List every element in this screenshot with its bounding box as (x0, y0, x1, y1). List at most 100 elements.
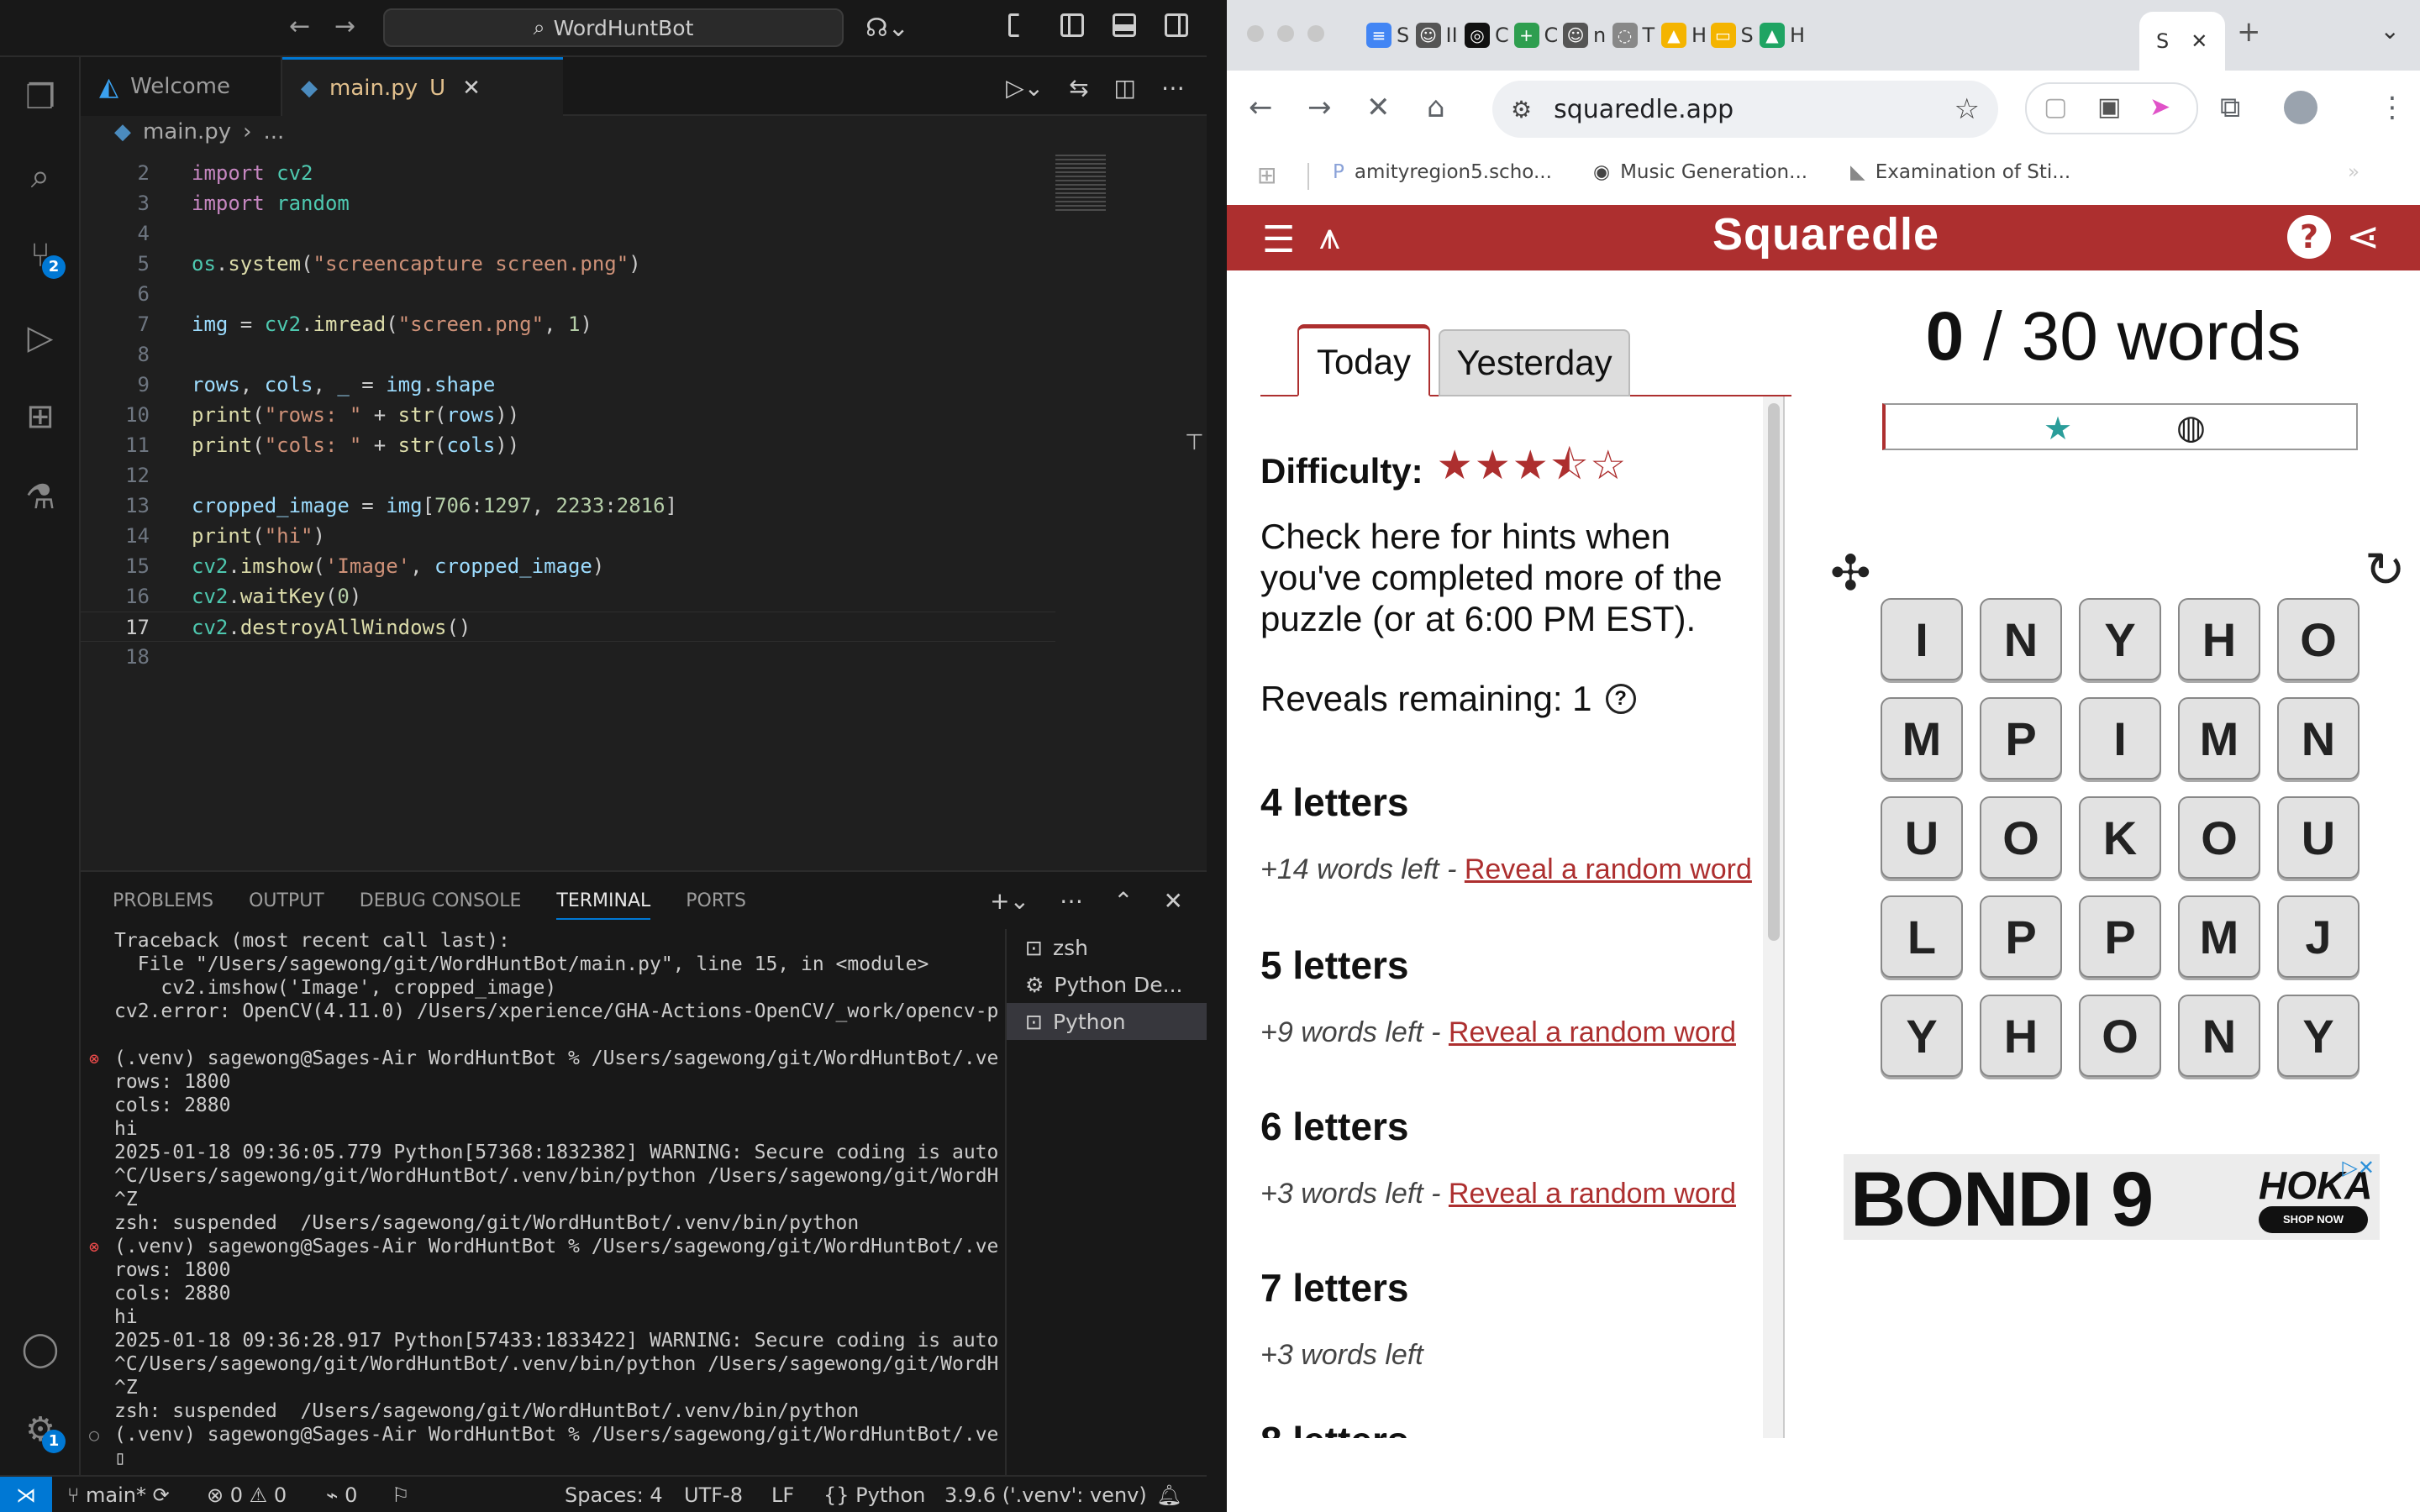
hint-text[interactable]: Check here for hints when you've complet… (1260, 516, 1765, 639)
letter-tile[interactable]: M (2178, 697, 2260, 780)
letter-tile[interactable]: I (1881, 598, 1963, 680)
tab-welcome[interactable]: ◭ Welcome (81, 57, 282, 116)
tab-search-chevron-icon[interactable]: ⌄ (2381, 17, 2400, 45)
bookmark-item[interactable]: ◣ Examination of Sti... (1850, 161, 2070, 183)
indent-spaces[interactable]: Spaces: 4 (565, 1483, 663, 1507)
letter-tile[interactable]: K (2079, 796, 2161, 879)
advertisement[interactable]: BONDI 9 HOKA SHOP NOW ▷✕ (1844, 1154, 2380, 1240)
code-line[interactable]: 3 import random (81, 188, 1055, 218)
file-encoding[interactable]: UTF-8 (684, 1483, 743, 1507)
letter-tile[interactable]: H (1980, 995, 2062, 1077)
python-interpreter[interactable]: 3.9.6 ('.venv': venv) (944, 1483, 1147, 1507)
line-number[interactable]: 17 (81, 612, 150, 643)
browser-tab[interactable]: ◌ T (1612, 15, 1655, 55)
code-line[interactable]: 6 (81, 279, 1055, 309)
code-line[interactable]: 11 print("cols: " + str(cols)) (81, 430, 1055, 460)
code-line[interactable]: 18 (81, 642, 1055, 672)
terminal-instance[interactable]: ⊡ zsh (1007, 929, 1207, 966)
more-actions-icon[interactable]: ⋯ (1060, 887, 1083, 915)
hamburger-menu-icon[interactable]: ☰ (1262, 218, 1295, 261)
shuffle-rotate-icon[interactable]: ↻ (2365, 541, 2406, 598)
letter-tile[interactable]: N (2277, 697, 2360, 780)
new-tab-button[interactable]: + (2237, 15, 2261, 49)
letter-tile[interactable]: I (2079, 697, 2161, 780)
terminal-instance[interactable]: ⊡ Python (1007, 1003, 1207, 1040)
letter-tile[interactable]: Y (2277, 995, 2360, 1077)
home-icon[interactable]: ⌂ (1427, 91, 1445, 124)
line-number[interactable]: 10 (81, 400, 150, 430)
letters-heading[interactable]: 7 letters (1260, 1265, 1408, 1310)
browser-tab[interactable]: ◎ C (1465, 15, 1509, 55)
settings-gear-icon[interactable]: ⚙ 1 (18, 1408, 66, 1453)
debug-icon[interactable]: ⚐ (392, 1483, 410, 1507)
help-icon[interactable]: ? (2287, 215, 2331, 259)
line-number[interactable]: 7 (81, 309, 150, 339)
panel-tab-output[interactable]: OUTPUT (249, 890, 324, 920)
command-center-search[interactable]: ⌕ WordHuntBot (383, 8, 844, 47)
copilot-icon[interactable]: ☊⌄ (865, 13, 909, 43)
search-icon[interactable]: ⌕ (18, 155, 62, 198)
letter-tile[interactable]: P (1980, 697, 2062, 780)
git-branch[interactable]: ⑂ main* ⟳ (67, 1483, 170, 1507)
share-icon[interactable]: ⋖ (2346, 213, 2380, 260)
reveal-random-word-link[interactable]: Reveal a random word (1465, 853, 1752, 885)
window-close-button[interactable] (1247, 25, 1264, 42)
code-line[interactable]: 14 print("hi") (81, 521, 1055, 551)
bookmark-star-icon[interactable]: ☆ (1954, 92, 1980, 126)
explorer-icon[interactable]: ❐ (18, 76, 62, 119)
back-arrow-icon[interactable]: ← (1249, 91, 1273, 124)
bookmark-item[interactable]: ◉ Music Generation... (1593, 161, 1807, 183)
code-line[interactable]: 15 cv2.imshow('Image', cropped_image) (81, 551, 1055, 581)
end-of-line[interactable]: LF (771, 1483, 794, 1507)
account-icon[interactable]: ◯ (18, 1327, 62, 1371)
bookmarks-overflow-icon[interactable]: » (2348, 161, 2360, 183)
bookmark-item[interactable]: Pamityregion5.scho... (1333, 161, 1552, 183)
close-icon[interactable]: ✕ (462, 76, 481, 101)
code-line[interactable]: 12 (81, 460, 1055, 491)
new-terminal-icon[interactable]: +⌄ (990, 887, 1029, 915)
toggle-secondary-sidebar-icon[interactable] (1165, 13, 1188, 37)
line-number[interactable]: 2 (81, 158, 150, 188)
code-line[interactable]: 8 (81, 339, 1055, 370)
language-mode[interactable]: {} Python (823, 1483, 925, 1507)
letters-heading[interactable]: 8 letters (1260, 1418, 1408, 1438)
window-maximize-button[interactable] (1307, 25, 1324, 42)
customize-layout-icon[interactable] (1008, 13, 1032, 37)
line-number[interactable]: 4 (81, 218, 150, 249)
letter-tile[interactable]: O (2079, 995, 2161, 1077)
line-number[interactable]: 12 (81, 460, 150, 491)
apps-grid-icon[interactable]: ⊞ (1257, 161, 1276, 189)
line-number[interactable]: 5 (81, 249, 150, 279)
code-line[interactable]: 17 cv2.destroyAllWindows() (81, 612, 1055, 642)
line-number[interactable]: 11 (81, 430, 150, 460)
letter-tile[interactable]: Y (1881, 995, 1963, 1077)
panel-tab-ports[interactable]: PORTS (686, 890, 746, 920)
close-tab-icon[interactable]: ✕ (2191, 19, 2207, 63)
tab-yesterday[interactable]: Yesterday (1439, 329, 1630, 396)
letter-tile[interactable]: O (2178, 796, 2260, 879)
run-python-icon[interactable]: ▷⌄ (1006, 74, 1044, 102)
browser-tab[interactable]: ▭ S (1710, 15, 1754, 55)
close-panel-icon[interactable]: ✕ (1164, 887, 1183, 915)
panel-tab-problems[interactable]: PROBLEMS (113, 890, 213, 920)
breadcrumb-symbol[interactable]: ... (264, 119, 285, 144)
minimap[interactable] (1055, 155, 1106, 213)
line-number[interactable]: 16 (81, 581, 150, 612)
maximize-panel-icon[interactable]: ⌃ (1113, 887, 1133, 915)
code-line[interactable]: 2 import cv2 (81, 158, 1055, 188)
address-bar[interactable]: ⚙ squaredle.app ☆ (1492, 81, 1998, 138)
forward-arrow-icon[interactable]: → (334, 12, 355, 41)
extension-icon[interactable]: ➤ (2149, 92, 2170, 122)
site-info-icon[interactable]: ⚙ (1511, 96, 1532, 123)
line-number[interactable]: 18 (81, 642, 150, 672)
panel-tab-terminal[interactable]: TERMINAL (556, 890, 651, 920)
browser-tab[interactable]: + C (1513, 15, 1558, 55)
tab-main-py[interactable]: ◆ main.py U ✕ (282, 57, 563, 116)
run-debug-icon[interactable]: ▷ (18, 316, 62, 360)
testing-icon[interactable]: ⚗ (18, 475, 62, 519)
letter-tile[interactable]: O (2277, 598, 2360, 680)
stop-loading-icon[interactable]: ✕ (1366, 91, 1391, 124)
letters-heading[interactable]: 5 letters (1260, 942, 1408, 988)
tab-today[interactable]: Today (1297, 324, 1430, 396)
reveal-random-word-link[interactable]: Reveal a random word (1449, 1178, 1736, 1210)
